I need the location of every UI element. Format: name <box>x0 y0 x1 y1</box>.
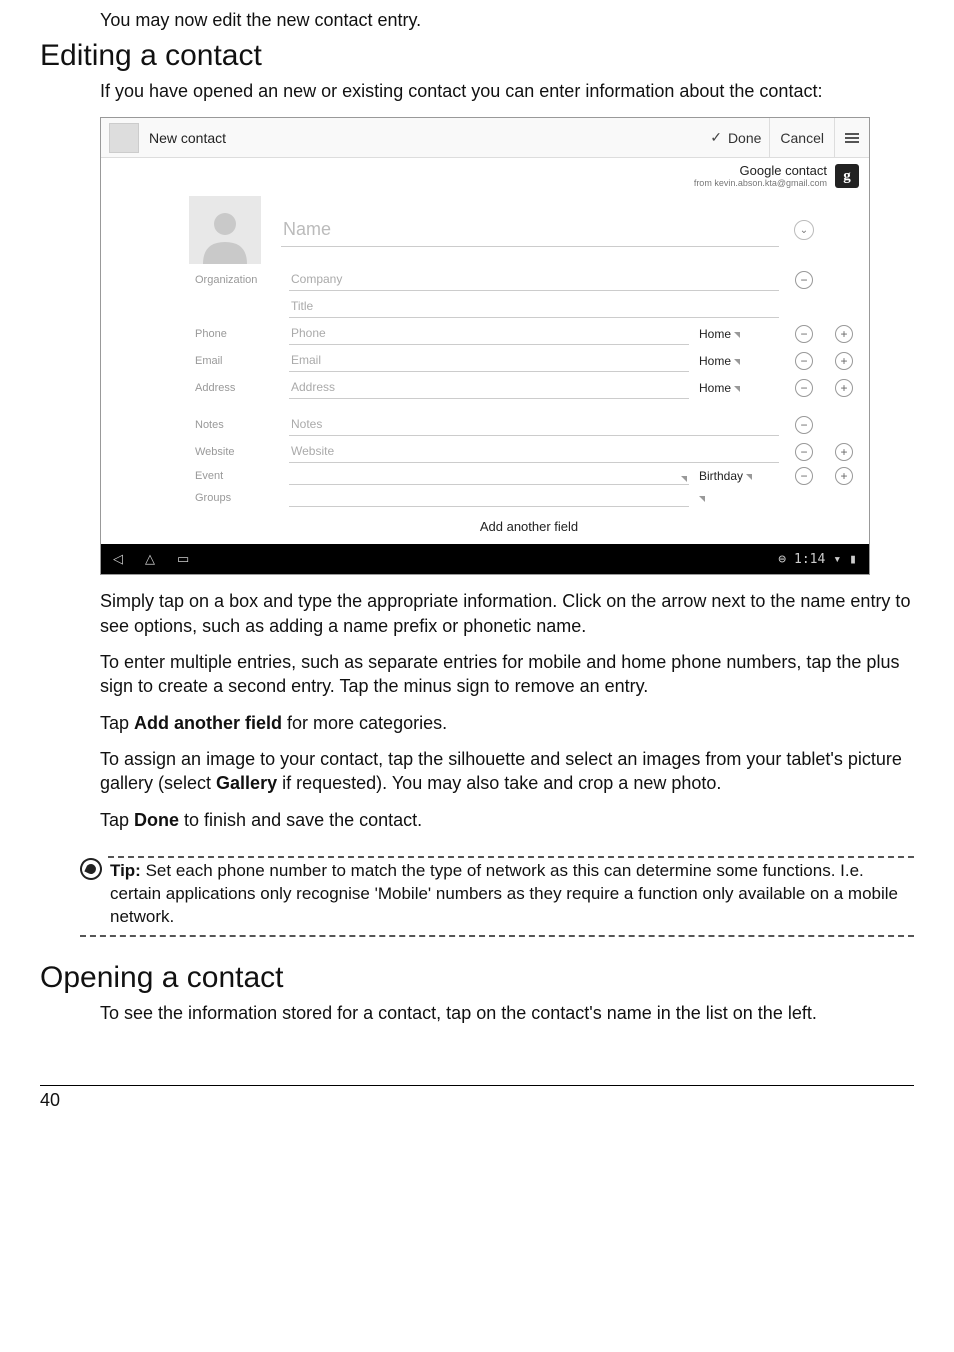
title-row: Title <box>189 293 869 320</box>
editor-title: New contact <box>149 130 702 146</box>
recents-icon[interactable]: ▭ <box>177 551 189 567</box>
website-row: Website Website − + <box>189 438 869 465</box>
chevron-down-icon <box>699 496 705 502</box>
notes-row: Notes Notes − <box>189 411 869 438</box>
chevron-down-icon <box>734 359 740 365</box>
back-icon[interactable]: ◁ <box>113 551 123 567</box>
event-label: Event <box>189 470 279 482</box>
email-input[interactable]: Email <box>289 349 689 372</box>
add-website-button[interactable]: + <box>835 443 853 461</box>
para4: To assign an image to your contact, tap … <box>100 747 914 796</box>
google-badge-icon: g <box>835 164 859 188</box>
phone-label: Phone <box>189 328 279 340</box>
groups-label: Groups <box>189 492 279 504</box>
address-type-selector[interactable]: Home <box>699 381 779 395</box>
remove-org-button[interactable]: − <box>795 271 813 289</box>
section1-intro: If you have opened an new or existing co… <box>100 79 914 103</box>
website-input[interactable]: Website <box>289 440 779 463</box>
organization-row: Organization Company − <box>189 266 869 293</box>
title-input[interactable]: Title <box>289 295 779 318</box>
android-nav-bar: ◁ △ ▭ ⊜ 1:14 ▾ ▮ <box>101 544 869 574</box>
para3: Tap Add another field for more categorie… <box>100 711 914 735</box>
para5: Tap Done to finish and save the contact. <box>100 808 914 832</box>
chevron-down-icon <box>734 386 740 392</box>
check-icon: ✓ <box>710 129 722 146</box>
address-label: Address <box>189 382 279 394</box>
notes-input[interactable]: Notes <box>289 413 779 436</box>
event-type-selector[interactable]: Birthday <box>699 469 779 483</box>
overflow-menu-icon[interactable] <box>834 118 869 158</box>
para1: Simply tap on a box and type the appropr… <box>100 589 914 638</box>
chevron-down-icon <box>746 474 752 480</box>
wifi-icon: ▾ <box>833 552 841 567</box>
add-email-button[interactable]: + <box>835 352 853 370</box>
event-row: Event Birthday − + <box>189 465 869 487</box>
event-input[interactable] <box>289 467 689 485</box>
tip-box: Tip: Set each phone number to match the … <box>80 846 914 947</box>
home-icon[interactable]: △ <box>145 551 155 567</box>
groups-input[interactable] <box>289 489 689 507</box>
header-avatar-icon <box>109 123 139 153</box>
done-label: Done <box>728 130 761 146</box>
website-label: Website <box>189 446 279 458</box>
remove-website-button[interactable]: − <box>795 443 813 461</box>
cancel-button[interactable]: Cancel <box>769 118 834 158</box>
email-label: Email <box>189 355 279 367</box>
address-input[interactable]: Address <box>289 376 689 399</box>
battery-icon: ▮ <box>849 552 857 567</box>
chevron-down-icon <box>681 476 687 482</box>
pin-icon <box>80 858 102 880</box>
intro-text: You may now edit the new contact entry. <box>100 10 914 31</box>
name-options-button[interactable]: ⌄ <box>794 220 814 240</box>
email-row: Email Email Home − + <box>189 347 869 374</box>
add-event-button[interactable]: + <box>835 467 853 485</box>
chevron-down-icon <box>734 332 740 338</box>
address-row: Address Address Home − + <box>189 374 869 401</box>
page-number: 40 <box>40 1090 60 1110</box>
remove-event-button[interactable]: − <box>795 467 813 485</box>
phone-input[interactable]: Phone <box>289 322 689 345</box>
editing-contact-heading: Editing a contact <box>40 39 914 73</box>
clock-label: 1:14 <box>794 552 825 567</box>
add-address-button[interactable]: + <box>835 379 853 397</box>
remove-email-button[interactable]: − <box>795 352 813 370</box>
company-input[interactable]: Company <box>289 268 779 291</box>
para2: To enter multiple entries, such as separ… <box>100 650 914 699</box>
account-type-label: Google contact <box>694 164 827 178</box>
add-phone-button[interactable]: + <box>835 325 853 343</box>
account-email-label: from kevin.abson.kta@gmail.com <box>694 179 827 189</box>
opening-contact-heading: Opening a contact <box>40 961 914 995</box>
remove-address-button[interactable]: − <box>795 379 813 397</box>
tip-text: Set each phone number to match the type … <box>110 861 898 926</box>
page-footer: 40 <box>40 1085 914 1141</box>
contact-editor-screenshot: New contact ✓ Done Cancel Google contact… <box>100 117 870 575</box>
notes-label: Notes <box>189 419 279 431</box>
section2-para: To see the information stored for a cont… <box>100 1001 914 1025</box>
name-input[interactable]: Name <box>281 213 779 247</box>
editor-header: New contact ✓ Done Cancel <box>101 118 869 158</box>
contact-avatar[interactable] <box>189 196 261 264</box>
organization-label: Organization <box>189 274 279 286</box>
remove-phone-button[interactable]: − <box>795 325 813 343</box>
done-button[interactable]: ✓ Done <box>702 129 769 146</box>
phone-row: Phone Phone Home − + <box>189 320 869 347</box>
phone-type-selector[interactable]: Home <box>699 327 779 341</box>
usb-icon: ⊜ <box>778 552 786 567</box>
account-row: Google contact from kevin.abson.kta@gmai… <box>189 158 869 194</box>
groups-row: Groups <box>189 487 869 509</box>
name-row: Name ⌄ <box>189 194 869 266</box>
add-another-field-button[interactable]: Add another field <box>189 509 869 544</box>
remove-notes-button[interactable]: − <box>795 416 813 434</box>
email-type-selector[interactable]: Home <box>699 354 779 368</box>
tip-label: Tip: <box>110 861 141 880</box>
